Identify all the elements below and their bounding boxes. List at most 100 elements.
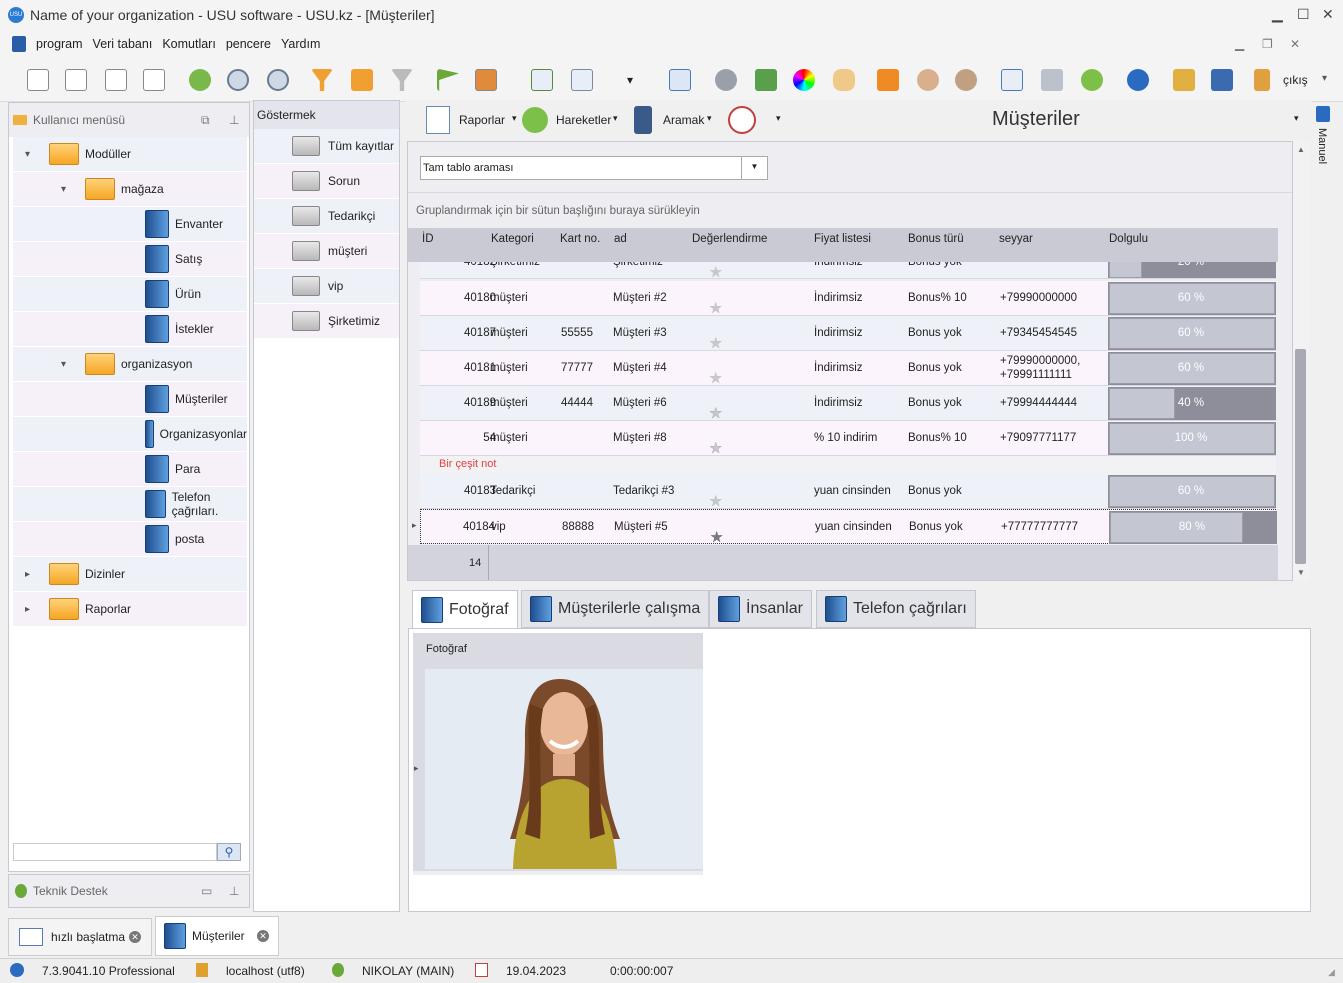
tree-item[interactable]: Organizasyonlar (13, 417, 247, 451)
plug-icon[interactable] (1206, 64, 1238, 96)
col-id[interactable]: İD (422, 233, 434, 245)
scroll-up-icon[interactable]: ▲ (1297, 145, 1305, 154)
user-menu-search-input[interactable] (13, 843, 217, 861)
tree-item[interactable]: İstekler (13, 312, 247, 346)
print-icon[interactable] (1036, 64, 1068, 96)
table-row[interactable]: 40181 müşteri 77777 Müşteri #4 ★ ★ ★ ★ ★ İndirims… (420, 351, 1276, 386)
detail-tab[interactable]: Müşterilerle çalışma (521, 590, 710, 628)
show-item[interactable]: vip (254, 269, 399, 303)
actions-icon[interactable] (522, 107, 548, 133)
map-icon[interactable] (750, 64, 782, 96)
filter-clear-icon[interactable] (386, 64, 418, 96)
menu-window[interactable]: pencere (226, 37, 271, 51)
tree-item[interactable]: Telefon çağrıları. (13, 487, 247, 521)
col-category[interactable]: Kategori (491, 233, 534, 245)
title-dropdown-icon[interactable]: ▾ (1294, 113, 1299, 124)
mdi-minimize-icon[interactable]: ▁ (1235, 37, 1244, 51)
expand-toggle-icon[interactable]: ▸ (25, 569, 30, 580)
toolbar-dropdown-icon[interactable]: ▾ (620, 64, 640, 96)
detail-tab[interactable]: Telefon çağrıları (816, 590, 976, 628)
tab-customers[interactable]: Müşteriler ✕ (155, 916, 279, 956)
col-rating[interactable]: Değerlendirme (692, 233, 767, 245)
group-panel[interactable]: Gruplandırmak için bir sütun başlığını b… (408, 192, 1292, 228)
detail-tab[interactable]: İnsanlar (709, 590, 812, 628)
mdi-close-icon[interactable]: ✕ (1290, 37, 1300, 51)
scroll-down-icon[interactable]: ▼ (1297, 568, 1305, 577)
panel-float-icon[interactable]: ⧉ (201, 113, 210, 128)
edit-record-icon[interactable] (100, 64, 132, 96)
rss-icon[interactable] (872, 64, 904, 96)
scroll-thumb[interactable] (1295, 349, 1306, 564)
flag-icon[interactable] (432, 64, 464, 96)
reports-dropdown-icon[interactable]: ▾ (512, 113, 517, 124)
show-item[interactable]: Tüm kayıtlar (254, 129, 399, 163)
close-icon[interactable]: ✕ (1322, 6, 1334, 23)
lock-icon[interactable] (1168, 64, 1200, 96)
table-row[interactable]: 40184 vip 88888 Müşteri #5 ★ ★ ★ ★ ★ yuan cinsind… (412, 509, 1277, 545)
col-price-list[interactable]: Fiyat listesi (814, 233, 871, 245)
reports-button[interactable]: Raporlar (459, 113, 505, 127)
copy-record-icon[interactable] (60, 64, 92, 96)
resize-grip-icon[interactable]: ◢ (1328, 967, 1335, 978)
users-group-icon[interactable] (950, 64, 982, 96)
reports-icon[interactable] (426, 106, 450, 134)
table-row[interactable]: 40180 müşteri Müşteri #2 ★ ★ ★ ★ ★ İndirimsiz Bon… (420, 281, 1276, 316)
col-filled[interactable]: Dolgulu (1109, 233, 1148, 245)
tree-item[interactable]: Envanter (13, 207, 247, 241)
menu-help[interactable]: Yardım (281, 37, 320, 51)
show-item[interactable]: müşteri (254, 234, 399, 268)
search-button-icon[interactable]: ⚲ (217, 843, 241, 861)
menu-database[interactable]: Veri tabanı (93, 37, 153, 51)
maximize-icon[interactable]: ☐ (1297, 6, 1310, 23)
tree-item[interactable]: ▸ Raporlar (13, 592, 247, 626)
support-pin-icon[interactable]: ⊥ (229, 884, 239, 898)
mdi-restore-icon[interactable]: ❐ (1262, 37, 1273, 51)
info-icon[interactable] (1122, 64, 1154, 96)
search-mode-select[interactable]: Tam tablo araması ▼ (420, 156, 768, 180)
more-dropdown-icon[interactable]: ▾ (776, 113, 781, 124)
minimize-icon[interactable]: ▁ (1272, 6, 1283, 23)
tree-item[interactable]: ▸ Dizinler (13, 557, 247, 591)
advanced-search-icon[interactable] (262, 64, 294, 96)
expand-toggle-icon[interactable]: ▾ (61, 359, 66, 370)
table-row[interactable]: 40189 müşteri 44444 Müşteri #6 ★ ★ ★ ★ ★ İndirims… (420, 386, 1276, 421)
detail-tab[interactable]: Fotoğraf (412, 590, 518, 628)
photo-expand-icon[interactable]: ▸ (414, 763, 419, 774)
col-name[interactable]: ad (614, 233, 627, 245)
expand-toggle-icon[interactable]: ▾ (61, 184, 66, 195)
app-menu-icon[interactable] (12, 36, 26, 52)
delete-record-icon[interactable] (138, 64, 170, 96)
close-tab-icon[interactable]: ✕ (129, 931, 141, 943)
export-arrow-icon[interactable] (1076, 64, 1108, 96)
menu-program[interactable]: program (36, 37, 83, 51)
image-icon[interactable] (470, 64, 502, 96)
panel-pin-icon[interactable]: ⊥ (229, 113, 239, 127)
actions-button[interactable]: Hareketler (556, 113, 611, 127)
select-arrow-icon[interactable]: ▼ (741, 157, 767, 179)
col-bonus[interactable]: Bonus türü (908, 233, 964, 245)
table-row[interactable]: 40183 Tedarikçi Tedarikçi #3 ★ ★ ★ ★ ★ yuan cins… (420, 474, 1276, 509)
tech-support-title[interactable]: Teknik Destek (33, 884, 108, 898)
clock-icon[interactable] (728, 106, 756, 134)
expand-toggle-icon[interactable]: ▸ (25, 604, 30, 615)
col-mobile[interactable]: seyyar (999, 233, 1033, 245)
exit-door-icon[interactable] (1246, 64, 1278, 96)
columns-icon[interactable] (526, 64, 558, 96)
expand-toggle-icon[interactable]: ▾ (25, 149, 30, 160)
user-settings-icon[interactable] (912, 64, 944, 96)
tree-item[interactable]: posta (13, 522, 247, 556)
grid-layout-icon[interactable] (664, 64, 696, 96)
col-card[interactable]: Kart no. (560, 233, 600, 245)
table-row[interactable]: 54 müşteri Müşteri #8 ★ ★ ★ ★ ★% 10 indirim Bonu… (420, 421, 1276, 456)
actions-dropdown-icon[interactable]: ▾ (613, 113, 618, 124)
filter-icon[interactable] (306, 64, 338, 96)
toolbar-more-icon[interactable]: ▾ (1322, 73, 1327, 84)
customer-photo[interactable] (425, 669, 703, 869)
tree-item[interactable]: Ürün (13, 277, 247, 311)
add-record-icon[interactable] (22, 64, 54, 96)
settings-gear-icon[interactable] (710, 64, 742, 96)
tree-item[interactable]: ▾ mağaza (13, 172, 247, 206)
filter-add-icon[interactable] (346, 64, 378, 96)
tree-view-icon[interactable] (566, 64, 598, 96)
refresh-icon[interactable] (184, 64, 216, 96)
